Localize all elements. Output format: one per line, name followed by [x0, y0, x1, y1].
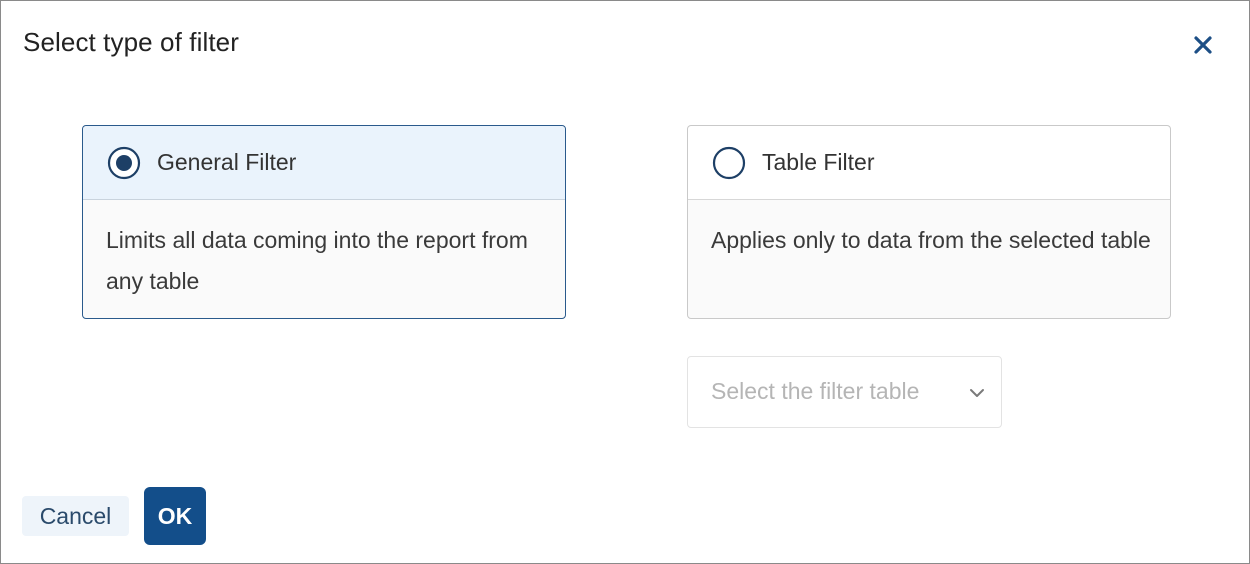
table-filter-label: Table Filter [762, 149, 875, 175]
ok-button[interactable]: OK [144, 487, 206, 545]
general-filter-description: Limits all data coming into the report f… [106, 227, 528, 294]
dialog-title: Select type of filter [23, 27, 239, 57]
close-icon[interactable] [1189, 31, 1217, 59]
chevron-down-icon [968, 385, 986, 401]
filter-type-dialog: Select type of filter General Filter Lim… [0, 0, 1250, 564]
table-filter-header: Table Filter [688, 126, 1170, 200]
radio-selected-icon[interactable] [106, 145, 142, 181]
general-filter-label: General Filter [157, 149, 297, 175]
general-filter-option[interactable]: General Filter Limits all data coming in… [82, 125, 566, 319]
filter-table-placeholder: Select the filter table [711, 378, 920, 404]
table-filter-option[interactable]: Table Filter Applies only to data from t… [687, 125, 1171, 319]
filter-table-select[interactable]: Select the filter table [687, 356, 1002, 428]
cancel-button[interactable]: Cancel [22, 496, 129, 536]
radio-unselected-icon[interactable] [711, 145, 747, 181]
general-filter-header: General Filter [83, 126, 565, 200]
table-filter-description: Applies only to data from the selected t… [711, 227, 1151, 253]
